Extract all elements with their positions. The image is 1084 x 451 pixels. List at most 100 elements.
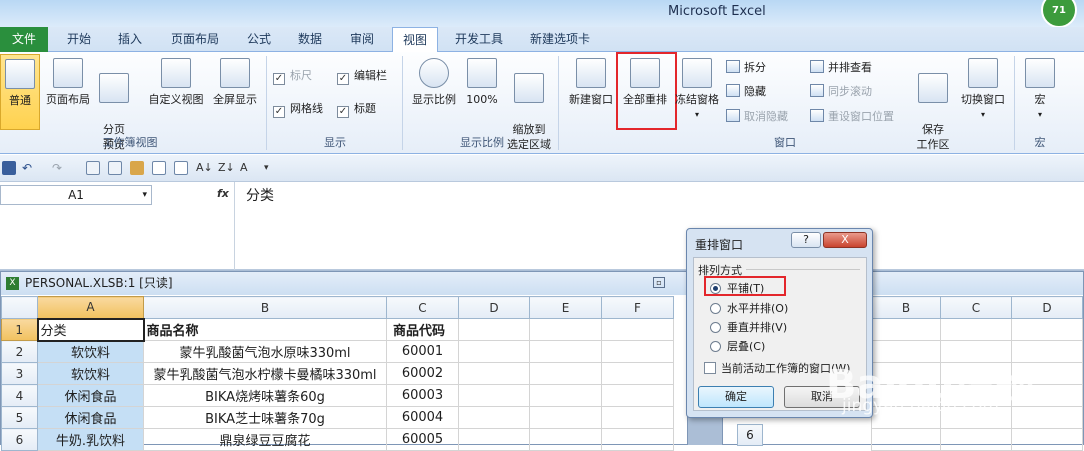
column-header[interactable]: A (37, 296, 144, 319)
cell[interactable] (940, 318, 1012, 341)
cell[interactable]: 休闲食品 (37, 406, 144, 429)
radio-vertical[interactable]: 垂直并排(V) (710, 319, 787, 335)
column-header[interactable]: E (529, 296, 602, 319)
cell[interactable] (940, 428, 1012, 451)
tab-data[interactable]: 数据 (288, 27, 332, 52)
tab-formulas[interactable]: 公式 (237, 27, 281, 52)
close-button[interactable]: X (823, 232, 867, 248)
zoom-100-button[interactable]: 100% (462, 58, 502, 107)
cell[interactable]: 牛奶.乳饮料 (37, 428, 144, 451)
column-header[interactable]: C (940, 296, 1012, 319)
row-header[interactable]: 5 (1, 406, 38, 429)
normal-view-button[interactable]: 普通 (0, 54, 40, 130)
column-header[interactable]: B (143, 296, 387, 319)
tab-insert[interactable]: 插入 (108, 27, 152, 52)
tab-file[interactable]: 文件 (0, 27, 48, 52)
sort-descending-icon[interactable]: Z↓ (218, 161, 235, 175)
cell[interactable]: 60003 (386, 384, 459, 407)
cell[interactable] (601, 340, 674, 363)
cell[interactable]: 软饮料 (37, 340, 144, 363)
tab-home[interactable]: 开始 (55, 27, 103, 52)
cell[interactable] (458, 428, 530, 451)
switch-windows-button[interactable]: 切换窗口 ▾ (957, 58, 1009, 122)
cell[interactable] (601, 428, 674, 451)
cell[interactable] (1010, 428, 1084, 451)
sync-scroll-button[interactable]: 同步滚动 (810, 83, 872, 101)
cell[interactable] (871, 318, 941, 341)
customize-qat-icon[interactable]: ▾ (264, 161, 278, 175)
side-by-side-button[interactable]: 并排查看 (810, 59, 872, 77)
macros-button[interactable]: 宏 ▾ (1020, 58, 1060, 122)
cell[interactable] (529, 362, 602, 385)
row-header[interactable]: 6 (737, 424, 763, 446)
split-button[interactable]: 拆分 (726, 59, 766, 77)
cell[interactable] (601, 406, 674, 429)
cell[interactable] (529, 384, 602, 407)
ruler-checkbox[interactable]: ✓ 标尺 (273, 67, 312, 85)
cell[interactable] (1010, 318, 1084, 341)
cell[interactable]: BIKA芝士味薯条70g (143, 406, 387, 429)
radio-cascade[interactable]: 层叠(C) (710, 338, 765, 354)
redo-icon[interactable]: ↷ (52, 161, 66, 175)
cell[interactable]: 商品名称 (143, 318, 387, 341)
radio-horizontal[interactable]: 水平并排(O) (710, 300, 788, 316)
cell[interactable]: 商品代码 (386, 318, 459, 341)
tab-view[interactable]: 视图 (392, 27, 438, 53)
cell[interactable]: 60002 (386, 362, 459, 385)
cell[interactable] (529, 318, 602, 341)
tab-page-layout[interactable]: 页面布局 (160, 27, 230, 52)
reset-window-position-button[interactable]: 重设窗口位置 (810, 108, 894, 126)
row-header[interactable]: 4 (1, 384, 38, 407)
cell[interactable]: 软饮料 (37, 362, 144, 385)
zoom-button[interactable]: 显示比例 (408, 58, 460, 107)
formula-bar-checkbox[interactable]: ✓ 编辑栏 (337, 67, 387, 85)
unhide-button[interactable]: 取消隐藏 (726, 108, 788, 126)
cell[interactable]: 蒙牛乳酸菌气泡水柠檬卡曼橘味330ml (143, 362, 387, 385)
select-all-corner[interactable] (1, 296, 38, 319)
save-workspace-button[interactable]: 保存 工作区 (910, 58, 956, 152)
cell[interactable] (601, 362, 674, 385)
cell[interactable]: 蒙牛乳酸菌气泡水原味330ml (143, 340, 387, 363)
form-icon[interactable] (108, 161, 122, 175)
restore-icon[interactable]: ▫ (653, 277, 665, 288)
formula-input[interactable]: 分类 (246, 185, 274, 205)
cell[interactable] (529, 340, 602, 363)
row-header[interactable]: 6 (1, 428, 38, 451)
column-header[interactable]: F (601, 296, 674, 319)
column-header[interactable]: B (871, 296, 941, 319)
gridlines-checkbox[interactable]: ✓ 网格线 (273, 100, 323, 118)
print-preview-icon[interactable] (152, 161, 166, 175)
column-header[interactable]: C (386, 296, 459, 319)
cell[interactable] (601, 318, 674, 341)
row-header[interactable]: 1 (1, 318, 38, 341)
undo-icon[interactable]: ↶ (22, 161, 36, 175)
full-screen-button[interactable]: 全屏显示 (209, 58, 261, 107)
cell[interactable] (458, 318, 530, 341)
cell[interactable] (601, 384, 674, 407)
help-button[interactable]: ? (791, 232, 821, 248)
table-icon[interactable] (86, 161, 100, 175)
column-header[interactable]: D (1010, 296, 1084, 319)
font-size-icon[interactable]: A (240, 161, 254, 175)
cell[interactable] (458, 362, 530, 385)
cell[interactable]: 休闲食品 (37, 384, 144, 407)
ok-button[interactable]: 确定 (698, 386, 774, 408)
cell[interactable] (871, 428, 941, 451)
save-icon[interactable] (2, 161, 16, 175)
cell[interactable] (458, 340, 530, 363)
user-badge[interactable]: 71 (1041, 0, 1077, 28)
fx-icon[interactable]: fx (217, 187, 229, 200)
row-header[interactable]: 2 (1, 340, 38, 363)
cell[interactable]: 分类 (36, 317, 145, 342)
cell[interactable] (529, 406, 602, 429)
tab-new[interactable]: 新建选项卡 (520, 27, 600, 52)
cell[interactable] (458, 384, 530, 407)
new-window-button[interactable]: 新建窗口 (565, 58, 617, 107)
row-header[interactable]: 3 (1, 362, 38, 385)
cell[interactable]: 60004 (386, 406, 459, 429)
find-icon[interactable] (174, 161, 188, 175)
cell[interactable]: 60001 (386, 340, 459, 363)
page-layout-view-button[interactable]: 页面布局 (42, 58, 94, 107)
workbook-1-title-bar[interactable]: X PERSONAL.XLSB:1 [只读] ▫ (1, 272, 687, 295)
hide-button[interactable]: 隐藏 (726, 83, 766, 101)
